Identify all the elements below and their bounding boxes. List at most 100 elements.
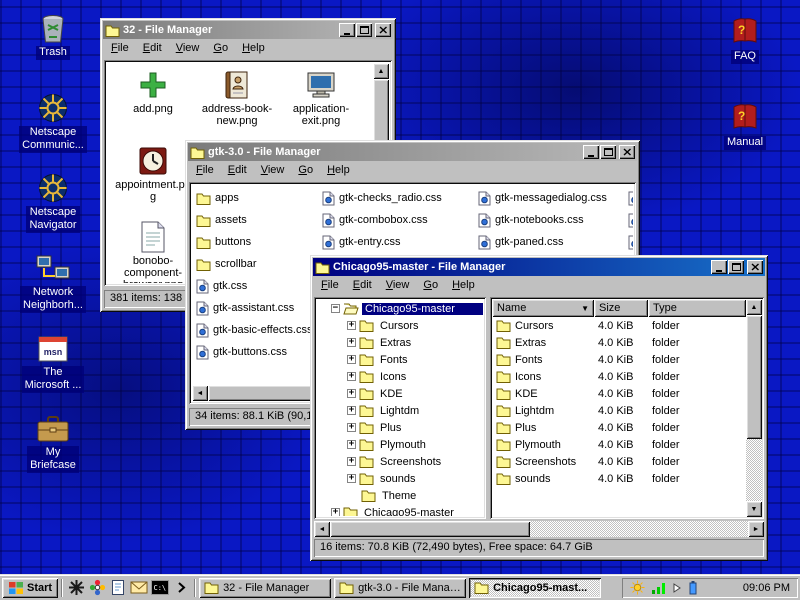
titlebar[interactable]: Chicago95-master - File Manager bbox=[313, 258, 765, 276]
tree-node-cursors[interactable]: +Cursors bbox=[317, 317, 483, 334]
notes-icon[interactable] bbox=[108, 578, 128, 598]
scrollbar-thumb[interactable] bbox=[330, 521, 530, 537]
file-gtk-notebooks-css[interactable]: gtk-notebooks.css bbox=[476, 209, 626, 231]
brightness-icon[interactable] bbox=[630, 580, 645, 595]
scrollbar-thumb[interactable] bbox=[746, 315, 762, 439]
chevron-right-icon[interactable] bbox=[171, 578, 191, 598]
tree-node-plus[interactable]: +Plus bbox=[317, 419, 483, 436]
column-header-name[interactable]: Name▼ bbox=[492, 299, 594, 317]
tree-node-chicago95-master[interactable]: −Chicago95-master bbox=[317, 300, 483, 317]
tree-node-icons[interactable]: +Icons bbox=[317, 368, 483, 385]
menu-item-file[interactable]: File bbox=[104, 41, 136, 56]
close-button[interactable] bbox=[747, 260, 763, 274]
file-gtk-paned-css[interactable]: gtk-paned.css bbox=[476, 231, 626, 253]
maximize-button[interactable] bbox=[600, 145, 616, 159]
desktop-icon-my-briefcase[interactable]: My Briefcase bbox=[14, 410, 92, 486]
tree-node-kde[interactable]: +KDE bbox=[317, 385, 483, 402]
minimize-button[interactable] bbox=[583, 145, 599, 159]
scroll-up-icon[interactable]: ▲ bbox=[746, 299, 762, 315]
titlebar[interactable]: 32 - File Manager bbox=[103, 21, 393, 39]
mail-icon[interactable] bbox=[129, 578, 149, 598]
file-gtk-entry-css[interactable]: gtk-entry.css bbox=[320, 231, 476, 253]
file-gtk-assistant-css[interactable]: gtk-assistant.css bbox=[194, 297, 320, 319]
desktop-icon-network-neighborh[interactable]: Network Neighborh... bbox=[14, 250, 92, 326]
close-button[interactable] bbox=[375, 23, 391, 37]
tree-node-theme[interactable]: Theme bbox=[317, 487, 483, 504]
menu-item-edit[interactable]: Edit bbox=[221, 163, 254, 178]
tree-node-extras[interactable]: +Extras bbox=[317, 334, 483, 351]
plus-expander-icon[interactable]: + bbox=[347, 440, 356, 449]
plus-expander-icon[interactable]: + bbox=[347, 372, 356, 381]
vertical-scrollbar[interactable]: ▲ ▼ bbox=[746, 299, 762, 517]
file-item[interactable] bbox=[626, 231, 633, 253]
icq-flower-icon[interactable] bbox=[87, 578, 107, 598]
task-button-chicago95-mast[interactable]: Chicago95-mast... bbox=[469, 578, 601, 598]
menu-item-help[interactable]: Help bbox=[235, 41, 272, 56]
plus-expander-icon[interactable]: + bbox=[347, 389, 356, 398]
file-gtk-messagedialog-css[interactable]: gtk-messagedialog.css bbox=[476, 187, 626, 209]
file-row-fonts[interactable]: Fonts4.0 KiBfolder bbox=[492, 351, 746, 368]
file-apps[interactable]: apps bbox=[194, 187, 320, 209]
file-bonobo-component-browser-png[interactable]: bonobo-component-browser.png bbox=[111, 221, 195, 283]
x-window-icon[interactable] bbox=[66, 578, 86, 598]
desktop-icon-netscape-navigator[interactable]: Netscape Navigator bbox=[14, 170, 92, 246]
minimize-button[interactable] bbox=[339, 23, 355, 37]
menu-item-help[interactable]: Help bbox=[445, 278, 482, 293]
task-button-32-file-manager[interactable]: 32 - File Manager bbox=[199, 578, 331, 598]
plus-expander-icon[interactable]: + bbox=[347, 338, 356, 347]
file-appointment-png[interactable]: appointment.png bbox=[111, 145, 195, 221]
menu-item-edit[interactable]: Edit bbox=[136, 41, 169, 56]
file-add-png[interactable]: add.png bbox=[111, 69, 195, 145]
file-item[interactable] bbox=[626, 187, 633, 209]
plus-expander-icon[interactable]: + bbox=[347, 321, 356, 330]
file-row-cursors[interactable]: Cursors4.0 KiBfolder bbox=[492, 317, 746, 334]
maximize-button[interactable] bbox=[356, 23, 372, 37]
menu-item-go[interactable]: Go bbox=[206, 41, 235, 56]
desktop-icon-trash[interactable]: Trash bbox=[14, 10, 92, 86]
plus-expander-icon[interactable]: + bbox=[347, 457, 356, 466]
desktop-icon-faq[interactable]: ?FAQ bbox=[710, 14, 780, 90]
menu-item-file[interactable]: File bbox=[189, 163, 221, 178]
file-row-plymouth[interactable]: Plymouth4.0 KiBfolder bbox=[492, 436, 746, 453]
tree-node-screenshots[interactable]: +Screenshots bbox=[317, 453, 483, 470]
plus-expander-icon[interactable]: + bbox=[347, 474, 356, 483]
file-application-exit-png[interactable]: application-exit.png bbox=[279, 69, 363, 145]
desktop-icon-manual[interactable]: ?Manual bbox=[710, 100, 780, 176]
file-gtk-css[interactable]: gtk.css bbox=[194, 275, 320, 297]
clock[interactable]: 09:06 PM bbox=[743, 582, 790, 594]
scroll-right-icon[interactable]: ► bbox=[748, 521, 764, 537]
column-header-type[interactable]: Type bbox=[648, 299, 746, 317]
menu-item-view[interactable]: View bbox=[254, 163, 292, 178]
file-row-kde[interactable]: KDE4.0 KiBfolder bbox=[492, 385, 746, 402]
menu-item-file[interactable]: File bbox=[314, 278, 346, 293]
tree-node-lightdm[interactable]: +Lightdm bbox=[317, 402, 483, 419]
scrollbar-track[interactable] bbox=[530, 521, 748, 537]
network-signal-icon[interactable] bbox=[651, 581, 666, 595]
minimize-button[interactable] bbox=[711, 260, 727, 274]
arrow-right-icon[interactable] bbox=[672, 581, 682, 595]
minus-expander-icon[interactable]: − bbox=[331, 304, 340, 313]
file-scrollbar[interactable]: scrollbar bbox=[194, 253, 320, 275]
start-button[interactable]: Start bbox=[2, 578, 58, 598]
tree-node-plymouth[interactable]: +Plymouth bbox=[317, 436, 483, 453]
scroll-left-icon[interactable]: ◄ bbox=[314, 521, 330, 537]
file-row-extras[interactable]: Extras4.0 KiBfolder bbox=[492, 334, 746, 351]
menu-item-edit[interactable]: Edit bbox=[346, 278, 379, 293]
task-button-gtk-3-0-file-manager[interactable]: gtk-3.0 - File Manager bbox=[334, 578, 466, 598]
file-item[interactable] bbox=[626, 209, 633, 231]
desktop-icon-the-microsoft[interactable]: msnThe Microsoft ... bbox=[14, 330, 92, 406]
battery-icon[interactable] bbox=[688, 580, 698, 595]
scroll-down-icon[interactable]: ▼ bbox=[746, 501, 762, 517]
tree-node-sounds[interactable]: +sounds bbox=[317, 470, 483, 487]
plus-expander-icon[interactable]: + bbox=[347, 423, 356, 432]
scroll-up-icon[interactable]: ▲ bbox=[373, 63, 389, 79]
file-row-lightdm[interactable]: Lightdm4.0 KiBfolder bbox=[492, 402, 746, 419]
desktop-icon-netscape-communic[interactable]: Netscape Communic... bbox=[14, 90, 92, 166]
plus-expander-icon[interactable]: + bbox=[331, 508, 340, 516]
tree-node-chicago95-master[interactable]: +Chicago95-master bbox=[317, 504, 483, 516]
file-gtk-buttons-css[interactable]: gtk-buttons.css bbox=[194, 341, 320, 363]
file-buttons[interactable]: buttons bbox=[194, 231, 320, 253]
menu-item-help[interactable]: Help bbox=[320, 163, 357, 178]
scrollbar-track[interactable] bbox=[746, 439, 762, 501]
menu-item-view[interactable]: View bbox=[379, 278, 417, 293]
